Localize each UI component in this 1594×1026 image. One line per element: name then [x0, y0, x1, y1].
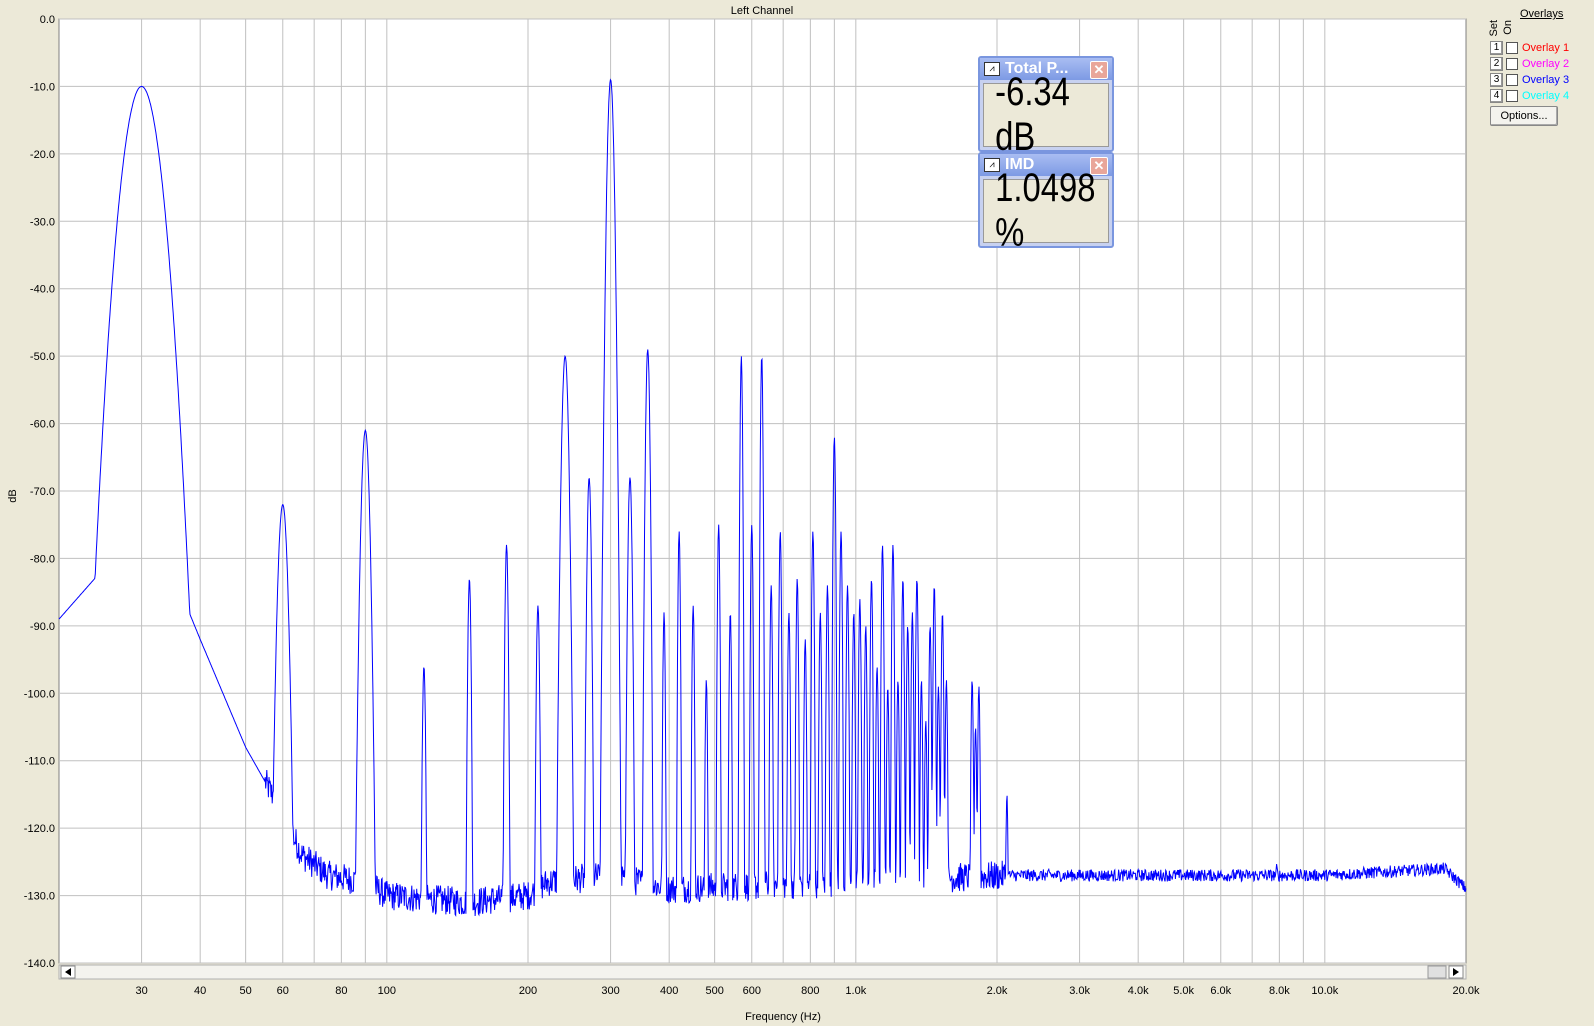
overlay-row-3: 3 Overlay 3 [1490, 73, 1569, 87]
y-tick-label: -80.0 [30, 553, 55, 565]
y-tick-label: -40.0 [30, 284, 55, 296]
y-tick-label: -110.0 [25, 756, 55, 768]
imd-meter[interactable]: ⩘ IMD ✕ 1.0498 % [978, 152, 1114, 255]
overlay-checkbox[interactable] [1506, 90, 1518, 102]
y-tick-label: -20.0 [30, 149, 55, 161]
spectrum-chart: Left Channel 0.0 -10.0 -20.0 -30.0 -40.0 -50.… [0, 0, 1484, 1026]
y-axis-label: dB [7, 489, 19, 502]
y-tick-label: -70.0 [30, 486, 55, 498]
x-tick-label: 6.0k [1210, 985, 1231, 997]
overlay-set-button[interactable]: 2 [1490, 57, 1503, 71]
x-tick-label: 1.0k [845, 985, 866, 997]
y-tick-label: -50.0 [30, 351, 55, 363]
x-tick-label: 2.0k [987, 985, 1008, 997]
overlay-row-2: 2 Overlay 2 [1490, 57, 1569, 71]
total-power-readout: -6.34 dB [983, 70, 1109, 159]
overlay-checkbox[interactable] [1506, 74, 1518, 86]
overlay-label: Overlay 4 [1522, 90, 1570, 102]
overlay-label: Overlay 1 [1522, 42, 1570, 54]
x-tick-label: 60 [277, 985, 289, 997]
chart-title: Left Channel [731, 5, 793, 17]
y-tick-label: -90.0 [30, 621, 55, 633]
x-tick-label: 500 [705, 985, 723, 997]
y-tick-label: -60.0 [30, 419, 55, 431]
overlay-set-button[interactable]: 1 [1490, 41, 1503, 55]
y-tick-label: -140.0 [24, 958, 55, 970]
x-axis: 30 40 50 60 80 100 200 300 400 500 600 800 1.0k 2.0k 3… [135, 985, 1479, 997]
overlay-row-4: 4 Overlay 4 [1490, 89, 1569, 103]
y-tick-label: -130.0 [24, 891, 55, 903]
x-tick-label: 600 [743, 985, 761, 997]
imd-readout: 1.0498 % [983, 166, 1109, 255]
total-power-meter[interactable]: ⩘ Total P... ✕ -6.34 dB [978, 56, 1114, 159]
x-tick-label: 3.0k [1069, 985, 1090, 997]
overlay-set-header: Set [1488, 20, 1500, 37]
x-tick-label: 20.0k [1453, 985, 1480, 997]
imd-value: 1.0498 % [995, 166, 1096, 255]
options-button[interactable]: Options... [1490, 106, 1558, 126]
y-tick-label: -120.0 [24, 823, 55, 835]
x-axis-label: Frequency (Hz) [745, 1011, 821, 1023]
overlay-set-button[interactable]: 4 [1490, 89, 1503, 103]
y-tick-label: 0.0 [40, 14, 55, 26]
overlay-row-1: 1 Overlay 1 [1490, 41, 1569, 55]
x-tick-label: 400 [660, 985, 678, 997]
x-tick-label: 100 [378, 985, 396, 997]
x-tick-label: 10.0k [1311, 985, 1338, 997]
x-tick-label: 80 [335, 985, 347, 997]
overlay-label: Overlay 3 [1522, 74, 1570, 86]
overlays-title[interactable]: Overlays [1520, 8, 1563, 20]
overlay-checkbox[interactable] [1506, 42, 1518, 54]
y-tick-label: -30.0 [30, 216, 55, 228]
x-tick-label: 30 [135, 985, 147, 997]
x-tick-label: 5.0k [1173, 985, 1194, 997]
total-power-value: -6.34 dB [995, 70, 1070, 159]
x-tick-label: 50 [240, 985, 252, 997]
scroll-thumb[interactable] [1427, 965, 1447, 979]
x-tick-label: 300 [601, 985, 619, 997]
y-tick-label: -10.0 [30, 81, 55, 93]
y-tick-label: -100.0 [24, 688, 55, 700]
horizontal-scrollbar[interactable] [58, 964, 1467, 980]
overlay-label: Overlay 2 [1522, 58, 1570, 70]
overlay-set-button[interactable]: 3 [1490, 73, 1503, 87]
overlays-panel: Set On Overlays 1 Overlay 1 2 Overlay 2 … [1484, 0, 1594, 1026]
x-tick-label: 4.0k [1128, 985, 1149, 997]
x-tick-label: 800 [801, 985, 819, 997]
x-tick-label: 8.0k [1269, 985, 1290, 997]
x-tick-label: 200 [519, 985, 537, 997]
overlay-checkbox[interactable] [1506, 58, 1518, 70]
x-tick-label: 40 [194, 985, 206, 997]
overlay-on-header: On [1502, 20, 1514, 35]
